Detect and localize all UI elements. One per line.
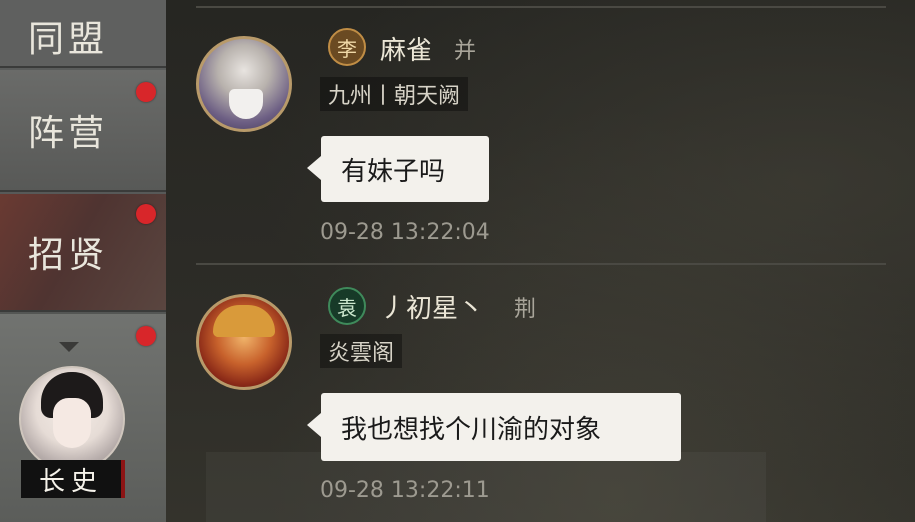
- region-label: 荆: [514, 297, 537, 322]
- sidebar-item-recruit[interactable]: 招贤: [0, 194, 166, 312]
- message-bubble: 有妹子吗: [307, 136, 489, 202]
- divider: [196, 6, 886, 8]
- avatar[interactable]: [19, 366, 125, 472]
- region-label: 并: [454, 39, 477, 64]
- username[interactable]: 丿初星丶: [380, 288, 484, 325]
- sidebar: 同盟 阵营 招贤 长史: [0, 0, 166, 522]
- guild-tag: 九州丨朝天阙: [320, 77, 469, 111]
- faction-icon: 袁: [328, 287, 366, 325]
- chevron-down-icon[interactable]: [59, 342, 79, 352]
- avatar[interactable]: [196, 36, 292, 132]
- sidebar-item-alliance[interactable]: 同盟: [0, 0, 166, 68]
- faction-icon: 李: [328, 28, 366, 66]
- username[interactable]: 麻雀: [380, 30, 432, 67]
- profile-panel[interactable]: 长史: [0, 314, 166, 522]
- sidebar-item-label: 招贤: [28, 235, 109, 276]
- avatar[interactable]: [196, 294, 292, 390]
- chat-panel[interactable]: 李 麻雀 并 九州丨朝天阙 有妹子吗 09-28 13:22:04 袁 丿初星丶…: [166, 0, 915, 522]
- guild-tag: 炎雲阁: [320, 334, 403, 368]
- divider: [196, 263, 886, 265]
- notification-dot: [136, 82, 156, 102]
- notification-dot: [136, 204, 156, 224]
- chat-screen: 同盟 阵营 招贤 长史 李 麻雀 并 九州丨朝天阙 有妹子吗 09-28 13:…: [0, 0, 915, 522]
- sidebar-item-camp[interactable]: 阵营: [0, 70, 166, 192]
- sidebar-item-label: 阵营: [28, 113, 109, 154]
- timestamp: 09-28 13:22:11: [320, 478, 490, 503]
- rank-label: 长史: [21, 460, 125, 498]
- notification-dot: [136, 326, 156, 346]
- timestamp: 09-28 13:22:04: [320, 220, 490, 245]
- message-bubble: 我也想找个川渝的对象: [307, 393, 681, 461]
- sidebar-item-label: 同盟: [28, 19, 109, 60]
